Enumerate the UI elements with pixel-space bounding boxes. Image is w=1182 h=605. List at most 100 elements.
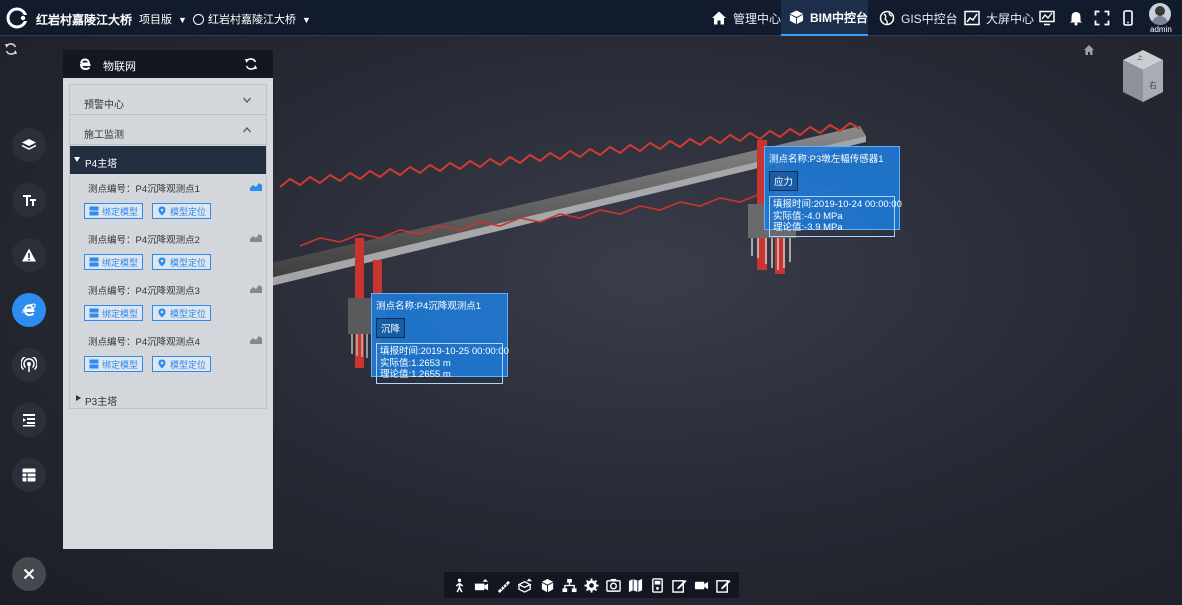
bind-model-button[interactable]: 绑定模型 bbox=[84, 305, 144, 321]
nav-gis-console[interactable]: GIS中控台 bbox=[879, 0, 958, 36]
map-icon[interactable] bbox=[628, 578, 643, 593]
nav-label: 管理中心 bbox=[733, 11, 782, 26]
actual-value: 实际值:-4.0 MPa bbox=[773, 210, 843, 222]
measure-point-label: 测点编号：P4沉降观测点2 bbox=[88, 235, 200, 246]
caret-down-icon bbox=[74, 157, 80, 162]
list-button[interactable] bbox=[12, 403, 46, 437]
bind-model-button[interactable]: 绑定模型 bbox=[84, 203, 144, 219]
theory-value: 理论值:1.2655 m bbox=[380, 369, 451, 380]
locate-model-button[interactable]: 模型定位 bbox=[152, 305, 212, 321]
walk-icon[interactable] bbox=[452, 578, 467, 593]
tree-node-p4-tower[interactable]: P4主塔 bbox=[70, 146, 266, 174]
nav-big-screen-center[interactable]: 大屏中心 bbox=[964, 0, 1034, 36]
server-icon bbox=[89, 308, 99, 318]
sensor-popup-name: 测点名称:P4沉降观测点1 bbox=[376, 301, 482, 312]
sensor-popup-p3[interactable]: 测点名称:P3墩左幅传感器1 应力 填报时间:2019-10-24 00:00:… bbox=[764, 146, 902, 237]
screenshot-icon[interactable] bbox=[606, 578, 621, 593]
iot-button[interactable] bbox=[12, 293, 46, 327]
server-icon bbox=[89, 206, 99, 216]
area-chart-icon[interactable] bbox=[250, 284, 262, 293]
button-label: 绑定模型 bbox=[102, 359, 139, 370]
structure-tree-icon[interactable] bbox=[562, 578, 577, 593]
bell-icon[interactable] bbox=[1068, 10, 1084, 26]
svg-text:上: 上 bbox=[1137, 54, 1143, 62]
mobile-icon[interactable] bbox=[1120, 10, 1136, 26]
app-logo-icon bbox=[6, 7, 28, 29]
button-label: 模型定位 bbox=[170, 257, 207, 268]
close-icon bbox=[23, 568, 35, 580]
tree-node-p3-tower[interactable]: P3主塔 bbox=[70, 390, 266, 410]
refresh-icon[interactable] bbox=[244, 57, 258, 71]
table-button[interactable] bbox=[12, 458, 46, 492]
nav-label: GIS中控台 bbox=[901, 11, 958, 26]
bind-model-button[interactable]: 绑定模型 bbox=[84, 356, 144, 372]
locate-model-button[interactable]: 模型定位 bbox=[152, 356, 212, 372]
map-pin-icon bbox=[158, 308, 166, 318]
accordion-label: 预警中心 bbox=[84, 100, 124, 111]
refresh-icon[interactable] bbox=[4, 42, 18, 56]
report-time: 填报时间:2019-10-24 00:00:00 bbox=[773, 199, 902, 210]
iot-panel-body: 预警中心 施工监测 P4主塔 测点编号：P4沉降观测点1 绑定模型 模型定位 测… bbox=[69, 84, 267, 409]
server-icon bbox=[89, 257, 99, 267]
device-icon[interactable] bbox=[650, 577, 665, 593]
iot-panel-title: 物联网 bbox=[103, 61, 136, 73]
locate-model-button[interactable]: 模型定位 bbox=[152, 203, 212, 219]
area-chart-icon[interactable] bbox=[250, 233, 262, 242]
cube-icon bbox=[789, 10, 804, 25]
area-chart-icon[interactable] bbox=[250, 182, 262, 191]
measure-point-label: 测点编号：P4沉降观测点3 bbox=[88, 286, 200, 297]
chevron-down-icon bbox=[243, 97, 251, 103]
home-icon bbox=[712, 11, 726, 25]
nav-bim-console[interactable]: BIM中控台 bbox=[781, 0, 868, 36]
tree-node-label: P4主塔 bbox=[85, 159, 118, 170]
navigation-cube[interactable]: 上 右 bbox=[1119, 46, 1167, 106]
iot-e-icon bbox=[22, 303, 36, 317]
theory-value: 理论值:-3.9 MPa bbox=[773, 222, 843, 233]
video-icon[interactable] bbox=[694, 578, 709, 593]
chart-icon bbox=[964, 10, 980, 26]
edit-note-icon[interactable] bbox=[672, 578, 687, 593]
button-label: 模型定位 bbox=[170, 308, 207, 319]
caret-right-icon bbox=[76, 395, 81, 401]
annotate-icon[interactable] bbox=[716, 578, 731, 593]
warning-button[interactable] bbox=[12, 238, 46, 272]
sensor-type-tag: 应力 bbox=[769, 171, 799, 191]
layers-button[interactable] bbox=[12, 128, 46, 162]
measure-point-label: 测点编号：P4沉降观测点4 bbox=[88, 337, 200, 348]
close-button[interactable] bbox=[12, 557, 46, 591]
locate-model-button[interactable]: 模型定位 bbox=[152, 254, 212, 270]
iot-e-icon bbox=[79, 58, 91, 71]
nav-management-center[interactable]: 管理中心 bbox=[711, 0, 781, 36]
area-chart-icon[interactable] bbox=[250, 335, 262, 344]
section-box-icon[interactable] bbox=[517, 577, 533, 593]
accordion-warning-center[interactable]: 预警中心 bbox=[70, 87, 266, 115]
text-size-icon bbox=[23, 195, 36, 206]
dashboard-icon[interactable] bbox=[1039, 10, 1055, 26]
text-annotation-button[interactable] bbox=[12, 183, 46, 217]
map-pin-icon bbox=[158, 257, 166, 267]
sensor-popup-p4[interactable]: 测点名称:P4沉降观测点1 沉降 填报时间:2019-10-25 00:00:0… bbox=[371, 293, 509, 384]
bridge-select-label: 红岩村嘉陵江大桥 bbox=[208, 14, 296, 26]
nav-label: BIM中控台 bbox=[810, 10, 868, 25]
measure-icon[interactable] bbox=[496, 578, 511, 593]
user-avatar[interactable] bbox=[1149, 3, 1171, 25]
bind-model-button[interactable]: 绑定模型 bbox=[84, 254, 144, 270]
accordion-label: 施工监测 bbox=[84, 130, 124, 141]
camera-roam-icon[interactable] bbox=[474, 578, 489, 593]
button-label: 模型定位 bbox=[170, 206, 207, 217]
bridge-select[interactable]: 红岩村嘉陵江大桥 ▼ bbox=[193, 11, 311, 27]
components-icon[interactable] bbox=[540, 578, 555, 593]
broadcast-button[interactable] bbox=[12, 348, 46, 382]
chevron-up-icon bbox=[243, 127, 251, 133]
project-version-select[interactable]: 项目版 ▼ bbox=[139, 11, 187, 27]
sensor-type-tag: 沉降 bbox=[376, 318, 406, 338]
fullscreen-icon[interactable] bbox=[1094, 10, 1110, 26]
nav-label: 大屏中心 bbox=[986, 11, 1035, 26]
navcube-face-label: 右 bbox=[1149, 81, 1157, 90]
map-pin-icon bbox=[158, 206, 166, 216]
list-indent-icon bbox=[23, 414, 35, 427]
accordion-construction-monitoring[interactable]: 施工监测 bbox=[70, 117, 266, 145]
broadcast-icon bbox=[21, 357, 37, 372]
home-view-icon[interactable] bbox=[1083, 44, 1095, 56]
settings-gear-icon[interactable] bbox=[584, 577, 599, 593]
